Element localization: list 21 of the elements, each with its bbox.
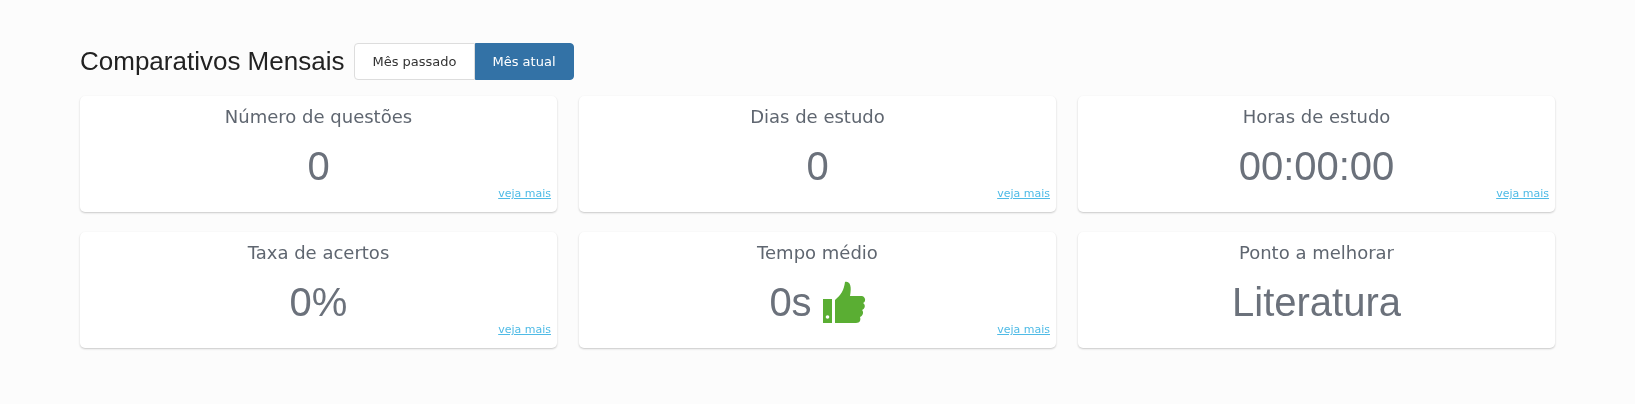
- stat-value: 0%: [289, 279, 348, 325]
- see-more-link[interactable]: veja mais: [498, 323, 551, 339]
- see-more-link[interactable]: veja mais: [498, 187, 551, 203]
- card-title: Dias de estudo: [750, 106, 885, 127]
- card-title: Ponto a melhorar: [1238, 242, 1394, 263]
- card-title: Horas de estudo: [1242, 106, 1391, 127]
- stat-value: 0s: [769, 279, 812, 325]
- see-more-link[interactable]: veja mais: [1496, 187, 1549, 203]
- card-title: Número de questões: [224, 106, 413, 127]
- stat-value: Literatura: [1232, 279, 1401, 325]
- stat-value: 00:00:00: [1238, 143, 1395, 189]
- see-more-link[interactable]: veja mais: [997, 187, 1050, 203]
- card-title: Tempo médio: [757, 242, 878, 263]
- see-more-link[interactable]: veja mais: [997, 323, 1050, 339]
- period-tab[interactable]: Mês passado: [354, 42, 475, 80]
- page-title: Comparativos Mensais: [80, 45, 345, 77]
- thumbs-up-icon: [821, 280, 866, 324]
- period-tab[interactable]: Mês atual: [474, 42, 574, 80]
- stat-value: 0: [806, 143, 829, 189]
- stat-value: 0: [307, 143, 330, 189]
- card-title: Taxa de acertos: [247, 242, 390, 263]
